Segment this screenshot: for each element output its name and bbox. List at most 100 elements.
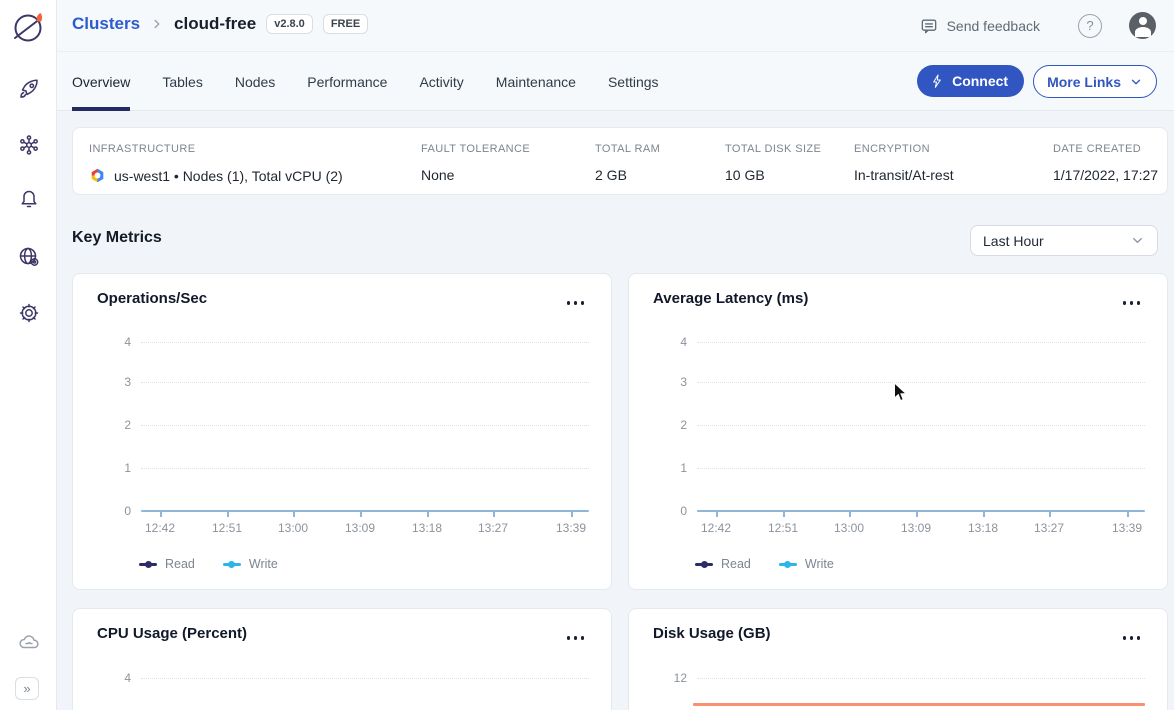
y-tick: 1 [657,461,687,475]
tab-settings[interactable]: Settings [608,52,659,111]
gridline [697,342,1145,343]
disk-limit-line [693,703,1145,706]
chart-menu-icon[interactable] [564,298,588,308]
tab-maintenance[interactable]: Maintenance [496,52,576,111]
x-tick: 13:39 [549,521,593,535]
info-value: us-west1 • Nodes (1), Total vCPU (2) [114,168,343,184]
time-range-select[interactable]: Last Hour [970,225,1158,256]
tab-performance[interactable]: Performance [307,52,387,111]
x-tick: 13:09 [894,521,938,535]
x-tick: 13:09 [338,521,382,535]
x-tick: 13:00 [271,521,315,535]
x-tick: 13:00 [827,521,871,535]
x-tick: 12:51 [205,521,249,535]
sidebar-item-cloud-status[interactable] [16,630,42,656]
tab-activity[interactable]: Activity [419,52,463,111]
top-bar: Clusters cloud-free v2.8.0 FREE Send fee… [57,0,1174,52]
lightning-bolt-icon [929,73,945,89]
bell-icon [16,198,42,215]
sidebar-item-alerts[interactable] [16,185,42,211]
cloud-icon [16,643,42,660]
y-tick: 0 [657,504,687,518]
more-links-button[interactable]: More Links [1033,65,1157,98]
gear-icon [16,313,42,330]
sidebar-item-network[interactable] [16,132,42,158]
feedback-icon [919,16,939,36]
send-feedback-label: Send feedback [947,18,1040,34]
sidebar-expand-button[interactable]: » [15,677,39,700]
x-tick: 13:27 [1027,521,1071,535]
chevron-right-icon [150,17,164,31]
connect-button[interactable]: Connect [917,65,1024,97]
tab-overview[interactable]: Overview [72,52,130,111]
chart-title: Disk Usage (GB) [653,625,771,642]
chevron-down-icon [1130,233,1145,248]
legend-item-read[interactable]: Read [139,557,195,571]
top-bar-actions: Send feedback ? [919,12,1156,39]
plan-badge: FREE [323,14,368,34]
gridline [697,425,1145,426]
cluster-tab-bar: Overview Tables Nodes Performance Activi… [57,52,1174,111]
sidebar-item-clusters[interactable] [16,76,42,102]
gridline [141,678,589,679]
avatar-person-icon [1139,17,1147,25]
chart-menu-icon[interactable] [564,633,588,643]
gridline [141,342,589,343]
y-tick: 4 [101,671,131,685]
sidebar-item-admin[interactable] [16,244,42,270]
legend-item-write[interactable]: Write [223,557,278,571]
tab-tables[interactable]: Tables [162,52,202,111]
y-tick: 4 [101,335,131,349]
chart-menu-icon[interactable] [1120,298,1144,308]
user-avatar[interactable] [1129,12,1156,39]
help-button[interactable]: ? [1078,14,1102,38]
y-tick: 0 [101,504,131,518]
chart-title: Average Latency (ms) [653,290,808,307]
x-tick: 12:51 [761,521,805,535]
y-tick: 3 [657,375,687,389]
gridline [697,468,1145,469]
more-links-label: More Links [1047,74,1121,90]
chart-title: CPU Usage (Percent) [97,625,247,642]
info-label: INFRASTRUCTURE [89,143,195,155]
gridline [141,425,589,426]
write-series-marker [779,563,797,566]
chevron-down-icon [1129,75,1143,89]
gridline [141,468,589,469]
x-tick: 13:27 [471,521,515,535]
y-tick: 12 [657,671,687,685]
chart-legend: Read Write [139,557,278,571]
tab-actions: Connect More Links [917,65,1157,98]
time-range-value: Last Hour [983,233,1044,249]
y-tick: 3 [101,375,131,389]
rocket-icon [16,89,42,106]
send-feedback-button[interactable]: Send feedback [919,16,1040,36]
gcp-icon [89,167,106,184]
brand-logo-icon[interactable] [9,7,49,47]
version-badge: v2.8.0 [266,14,313,34]
x-tick: 13:18 [961,521,1005,535]
y-tick: 2 [101,418,131,432]
chart-legend: Read Write [695,557,834,571]
read-series-marker [695,563,713,566]
legend-item-read[interactable]: Read [695,557,751,571]
breadcrumb: Clusters cloud-free v2.8.0 FREE [72,14,368,34]
y-tick: 2 [657,418,687,432]
x-tick: 13:18 [405,521,449,535]
question-mark-icon: ? [1086,18,1093,33]
chart-card-cpu: CPU Usage (Percent) 4 [72,608,612,710]
chart-title: Operations/Sec [97,290,207,307]
x-tick: 13:39 [1105,521,1149,535]
tabs: Overview Tables Nodes Performance Activi… [72,52,659,111]
double-chevron-right-icon: » [23,681,30,696]
legend-item-write[interactable]: Write [779,557,834,571]
tab-nodes[interactable]: Nodes [235,52,275,111]
chart-menu-icon[interactable] [1120,633,1144,643]
key-metrics-title: Key Metrics [72,229,162,247]
connect-label: Connect [952,73,1008,89]
breadcrumb-clusters-link[interactable]: Clusters [72,14,140,34]
sidebar-item-settings[interactable] [16,300,42,326]
x-tick: 12:42 [138,521,182,535]
x-axis [697,510,1145,512]
gridline [141,382,589,383]
